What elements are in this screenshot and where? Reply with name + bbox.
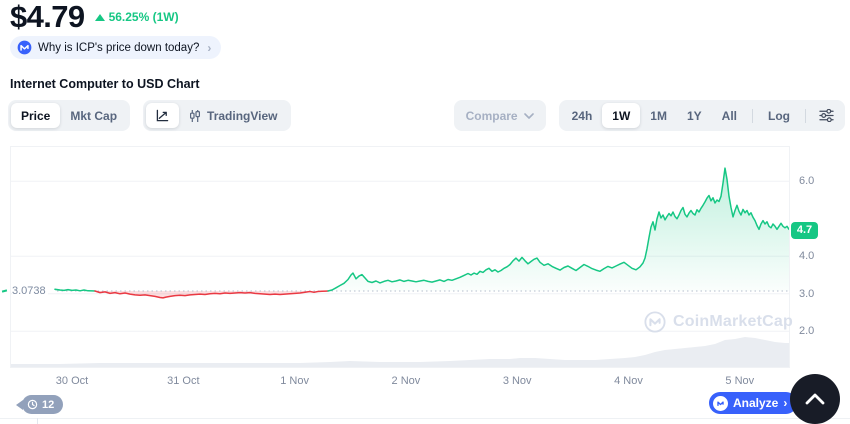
coinmarketcap-logo-icon (17, 40, 32, 55)
watermark: CoinMarketCap (644, 311, 793, 333)
why-price-down-pill[interactable]: Why is ICP's price down today? › (10, 36, 222, 59)
x-tick-label: 30 Oct (55, 375, 89, 387)
chart-toolbar: Price Mkt Cap TradingView Compare 24h 1W… (8, 100, 845, 131)
toolbar-divider (752, 108, 753, 123)
range-1y[interactable]: 1Y (677, 103, 712, 128)
compare-label: Compare (465, 108, 518, 123)
up-triangle-icon (94, 13, 105, 21)
watermark-text: CoinMarketCap (673, 313, 793, 330)
current-price-badge: 4.7 (791, 221, 818, 239)
y-tick-label: 4.0 (799, 250, 815, 263)
range-toolbar: 24h 1W 1M 1Y All Log (558, 100, 845, 131)
analyze-label: Analyze (733, 396, 779, 410)
chevron-down-icon (523, 112, 534, 119)
chart-type-toggle: TradingView (143, 100, 291, 131)
log-scale-button[interactable]: Log (758, 103, 800, 128)
coinmarketcap-watermark-icon (644, 311, 666, 333)
section-divider (0, 418, 850, 419)
range-group: 24h 1W 1M 1Y All (562, 103, 747, 128)
price-header: $4.79 56.25% (1W) (10, 0, 179, 34)
line-chart-type-button[interactable] (146, 103, 180, 128)
price-change-text: 56.25% (1W) (108, 10, 179, 24)
range-24h[interactable]: 24h (562, 103, 603, 128)
clock-icon (27, 399, 38, 410)
coinmarketcap-logo-icon (713, 395, 728, 411)
analyze-button[interactable]: Analyze › (709, 392, 798, 414)
price-chart-canvas[interactable] (10, 146, 790, 368)
y-tick-label: 2.0 (799, 325, 815, 338)
x-tick-label: 1 Nov (280, 375, 309, 387)
x-tick-label: 2 Nov (391, 375, 421, 387)
tradingview-label: TradingView (207, 108, 278, 123)
tab-mkt-cap[interactable]: Mkt Cap (60, 103, 127, 128)
y-tick-label: 6.0 (799, 175, 815, 188)
sliders-icon (819, 109, 834, 122)
line-chart-icon (156, 109, 169, 122)
divider-tick (37, 418, 38, 424)
current-price: $4.79 (10, 0, 85, 34)
baseline-price-label: 3.0738 (12, 285, 48, 297)
price-mktcap-toggle: Price Mkt Cap (8, 100, 131, 131)
tab-price[interactable]: Price (11, 103, 61, 128)
history-count: 12 (42, 398, 55, 411)
candlestick-icon (190, 109, 201, 122)
chevron-up-icon (805, 393, 825, 405)
x-tick-label: 5 Nov (725, 375, 755, 387)
icp-price-chart-page: $4.79 56.25% (1W) Why is ICP's price dow… (0, 0, 850, 424)
range-all[interactable]: All (712, 103, 747, 128)
y-tick-label: 3.0 (799, 287, 815, 300)
chart-settings-button[interactable] (811, 103, 842, 128)
chevron-right-icon: › (207, 40, 212, 55)
x-tick-label: 31 Oct (167, 375, 200, 387)
range-1w[interactable]: 1W (602, 103, 641, 128)
compare-button[interactable]: Compare (453, 100, 546, 131)
tradingview-chart-type-button[interactable]: TradingView (179, 103, 287, 128)
x-tick-label: 4 Nov (614, 375, 643, 387)
history-count-badge[interactable]: 12 (22, 395, 64, 414)
chart-heading: Internet Computer to USD Chart (10, 77, 200, 91)
chevron-right-icon: › (783, 396, 788, 410)
scroll-to-top-button[interactable] (790, 374, 840, 424)
price-change: 56.25% (1W) (94, 10, 179, 24)
why-pill-label: Why is ICP's price down today? (38, 41, 200, 54)
x-tick-label: 3 Nov (502, 375, 532, 387)
baseline-tick-icon (1, 289, 8, 293)
toolbar-divider (805, 108, 806, 123)
range-1m[interactable]: 1M (640, 103, 677, 128)
